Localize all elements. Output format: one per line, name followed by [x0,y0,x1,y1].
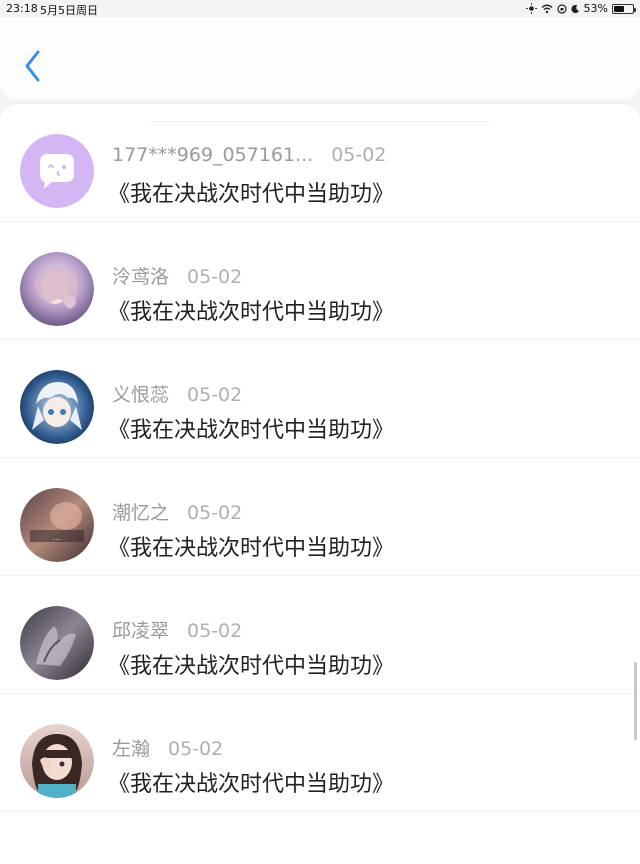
user-name[interactable]: 177***969_057161... [112,144,313,166]
post-date: 05-02 [187,266,243,288]
item-meta: 左瀚 05-02 [112,734,223,761]
user-name[interactable]: 左瀚 [112,734,150,761]
book-title[interactable]: 《我在决战次时代中当助功》 [108,176,394,208]
item-meta: 邱凌翠 05-02 [112,616,242,643]
book-title[interactable]: 《我在决战次时代中当助功》 [108,294,394,326]
book-title[interactable]: 《我在决战次时代中当助功》 [108,648,394,680]
girl-photo-avatar[interactable] [20,724,94,798]
user-name[interactable]: 泠鸢洛 [112,262,169,289]
status-date: 5月5日周日 [40,4,98,17]
list-item[interactable]: 邱凌翠 05-02 《我在决战次时代中当助功》 [0,576,640,694]
battery-icon [612,3,636,14]
chevron-left-icon [25,50,40,82]
moon-icon [570,4,579,13]
status-indicators: 53% [525,2,636,15]
status-bar: 23:18 5月5日周日 53% [0,0,640,18]
list-item[interactable]: 义恨蕊 05-02 《我在决战次时代中当助功》 [0,340,640,458]
item-meta: 潮忆之 05-02 [112,498,242,525]
book-title[interactable]: 《我在决战次时代中当助功》 [108,412,394,444]
lock-rotation-icon [556,3,567,14]
item-meta: 177***969_057161... 05-02 [112,144,386,166]
battery-percent: 53% [583,2,608,15]
post-date: 05-02 [187,502,243,524]
book-title[interactable]: 《我在决战次时代中当助功》 [108,766,394,798]
list-item[interactable]: 左瀚 05-02 《我在决战次时代中当助功》 [0,694,640,812]
post-date: 05-02 [187,384,243,406]
item-meta: 泠鸢洛 05-02 [112,262,242,289]
user-name[interactable]: 义恨蕊 [112,380,169,407]
anime-boy-avatar[interactable] [20,370,94,444]
scrollbar[interactable] [634,662,637,740]
user-name[interactable]: 邱凌翠 [112,616,169,643]
brightness-icon [525,3,537,14]
hands-avatar[interactable] [20,606,94,680]
post-date: 05-02 [331,144,387,166]
wifi-icon [541,4,553,13]
battery-fill [614,5,624,12]
svg-text:…: … [53,533,62,543]
back-button[interactable] [18,46,48,86]
item-meta: 义恨蕊 05-02 [112,380,242,407]
anime-girl-avatar[interactable] [20,252,94,326]
status-time: 23:18 [6,2,38,15]
user-name[interactable]: 潮忆之 [112,498,169,525]
photo-avatar[interactable]: … [20,488,94,562]
list-item[interactable]: … 潮忆之 05-02 《我在决战次时代中当助功》 [0,458,640,576]
comment-list: 177***969_057161... 05-02 《我在决战次时代中当助功》 泠鸢… [0,104,640,864]
post-date: 05-02 [187,620,243,642]
post-date: 05-02 [168,738,224,760]
book-title[interactable]: 《我在决战次时代中当助功》 [108,530,394,562]
header [0,18,640,100]
chat-bubble-avatar[interactable] [20,134,94,208]
list-item[interactable]: 泠鸢洛 05-02 《我在决战次时代中当助功》 [0,222,640,340]
list-item[interactable]: 177***969_057161... 05-02 《我在决战次时代中当助功》 [0,104,640,222]
